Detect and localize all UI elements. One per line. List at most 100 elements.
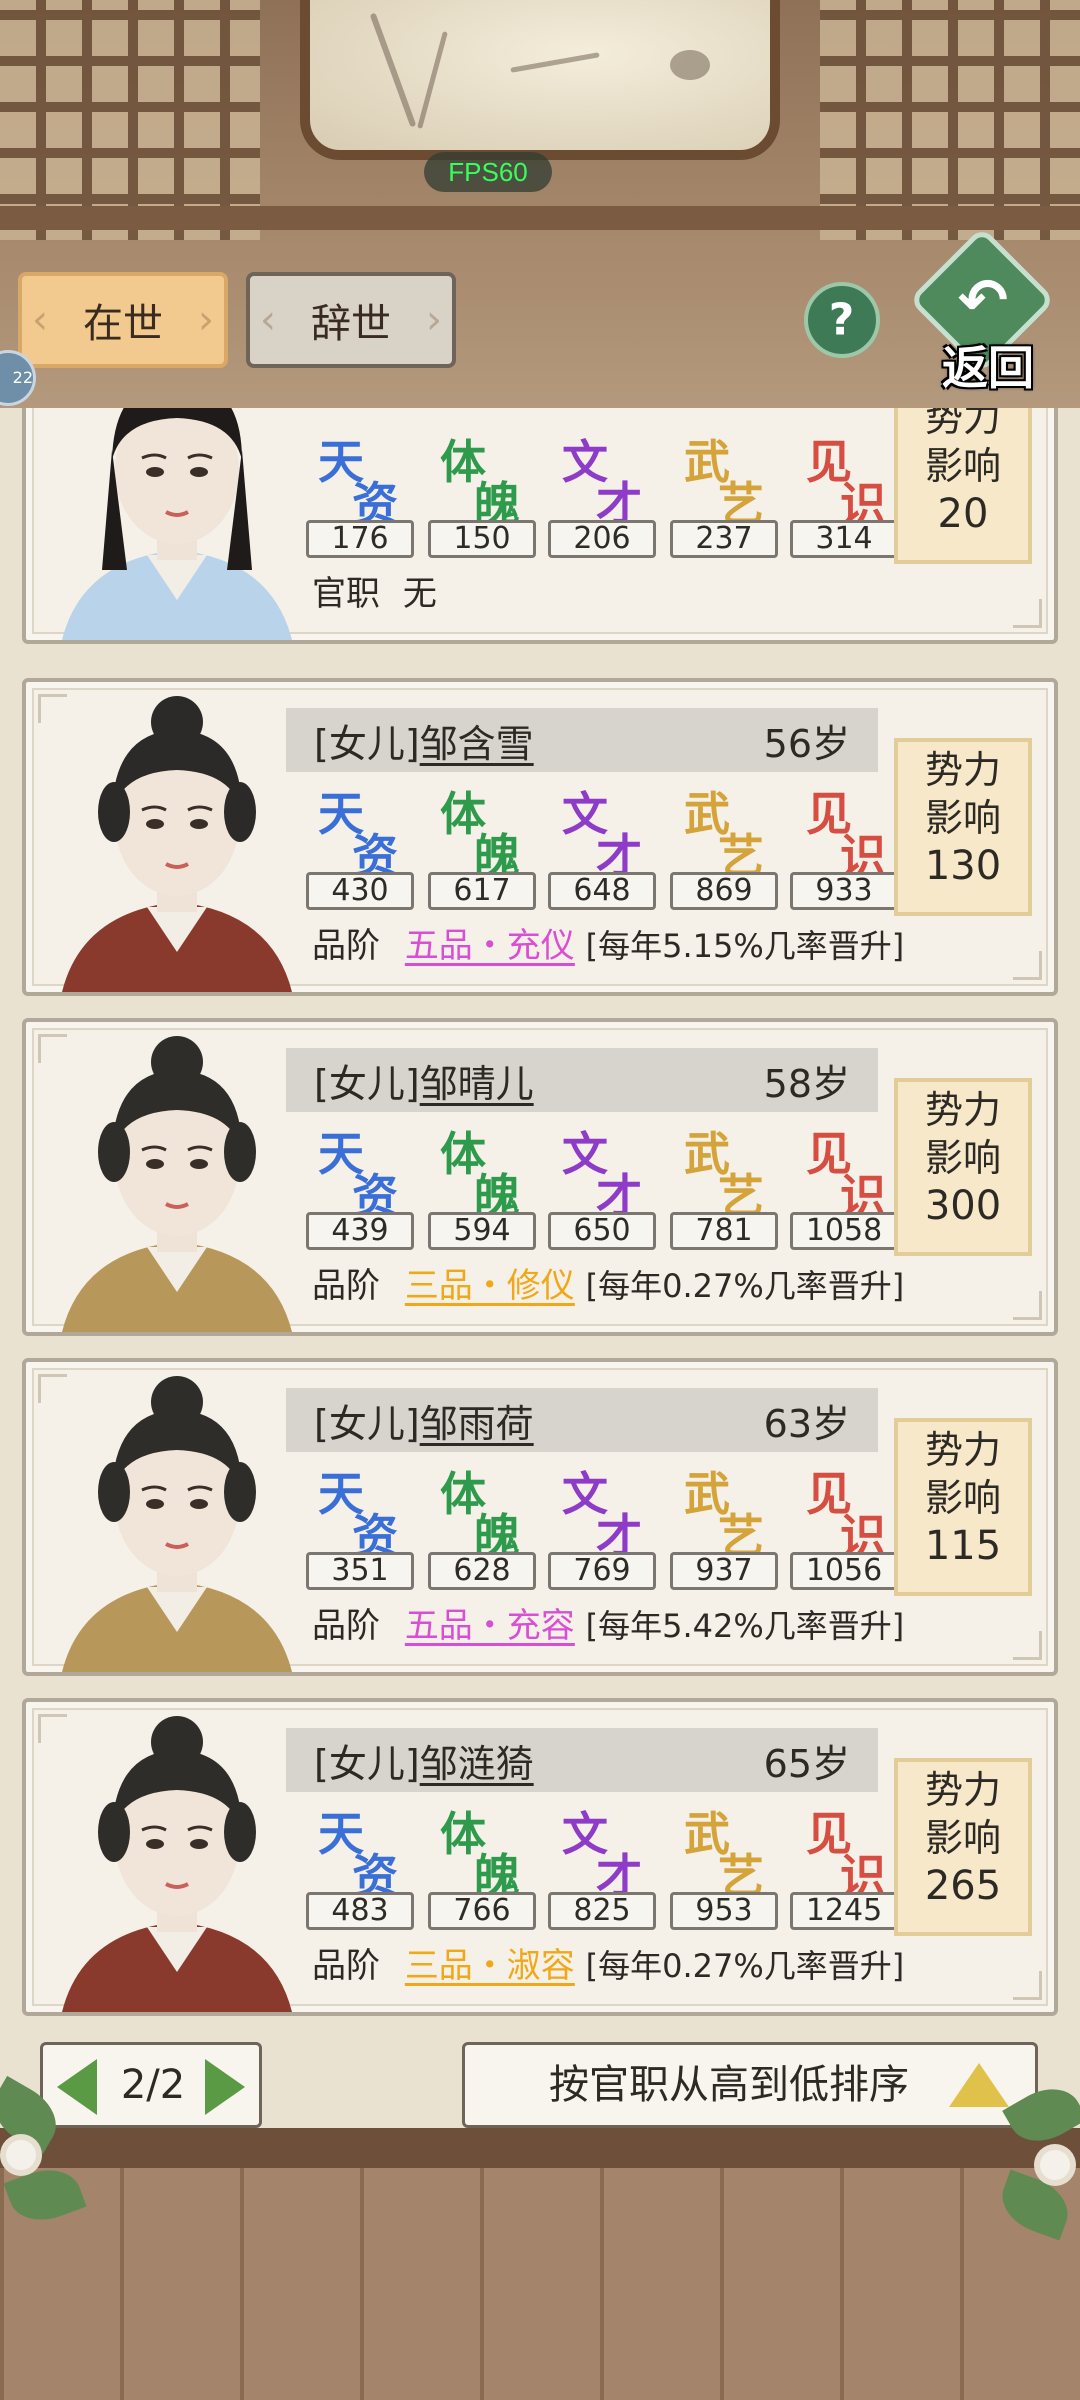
orchid-painting <box>300 0 780 160</box>
stat-value: 351 <box>306 1552 414 1590</box>
rank-link[interactable]: 三品・淑容 <box>405 1946 575 1986</box>
stat-value: 766 <box>428 1892 536 1930</box>
back-button[interactable]: ↶ 返回 <box>908 226 1060 395</box>
stat-value: 594 <box>428 1212 536 1250</box>
fps-indicator: FPS60 <box>424 152 552 192</box>
next-page-icon[interactable] <box>205 2059 245 2115</box>
sort-button-label: 按官职从高到低排序 <box>549 2062 909 2108</box>
page-indicator: 2/2 <box>120 2062 186 2108</box>
member-age: 65岁 <box>763 1741 850 1786</box>
influence-value: 115 <box>924 1523 1002 1569</box>
portrait-avatar[interactable] <box>42 1712 312 2012</box>
stat-label: 文才 <box>562 1127 642 1223</box>
stat-labels: 天资 体魄 文才 武艺 见识 <box>300 1112 900 1223</box>
member-name[interactable]: [女儿]邹晴儿 <box>314 1053 534 1108</box>
influence-box: 势力 影响 265 <box>894 1758 1032 1936</box>
stat-value: 628 <box>428 1552 536 1590</box>
tab-alive[interactable]: ‹ 在世 › <box>18 272 228 368</box>
stat-value: 439 <box>306 1212 414 1250</box>
influence-label: 势力 <box>924 748 1001 792</box>
portrait-avatar[interactable] <box>42 408 312 640</box>
rank-link[interactable]: 五品・充仪 <box>405 926 575 966</box>
member-card[interactable]: [女儿]邹含雪 56岁 天资 体魄 文才 武艺 见识 430 617 648 869 93… <box>22 678 1058 996</box>
portrait-avatar[interactable] <box>42 692 312 992</box>
prev-page-icon[interactable] <box>57 2059 97 2115</box>
influence-label: 势力 <box>924 1768 1001 1812</box>
stat-value: 430 <box>306 872 414 910</box>
wooden-beam <box>0 206 1080 230</box>
member-name[interactable]: [女儿]邹雨荷 <box>314 1393 534 1448</box>
stat-label: 见识 <box>806 787 886 883</box>
stat-label: 天资 <box>318 1807 398 1903</box>
stat-value: 1058 <box>790 1212 898 1250</box>
portrait-avatar[interactable] <box>42 1372 312 1672</box>
rank-line: 品阶 五品・充仪 [每年5.15%几率晋升] <box>312 918 904 967</box>
stat-label: 体魄 <box>440 1127 520 1223</box>
member-name[interactable]: [女儿]邹涟猗 <box>314 1733 534 1788</box>
stat-label: 文才 <box>562 1807 642 1903</box>
sort-triangle-icon <box>949 2063 1009 2107</box>
stat-label: 文才 <box>562 1467 642 1563</box>
stat-label: 见识 <box>806 1127 886 1223</box>
name-bar: [女儿]邹涟猗 65岁 <box>286 1728 878 1792</box>
member-card[interactable]: [女儿]邹晴儿 58岁 天资 体魄 文才 武艺 见识 439 594 650 781 10… <box>22 1018 1058 1336</box>
stat-value: 483 <box>306 1892 414 1930</box>
stat-labels: 天资 体魄 文才 武艺 见识 <box>300 1452 900 1563</box>
back-button-label: 返回 <box>942 341 1034 395</box>
chevron-right-icon: › <box>426 297 442 343</box>
tab-deceased-label: 辞世 <box>311 301 391 347</box>
pager: 2/2 <box>40 2042 262 2128</box>
member-card[interactable]: 天资 体魄 文才 武艺 见识 176 150 206 237 314 官职 无 势力 影响… <box>22 408 1058 644</box>
promotion-rate: [每年5.15%几率晋升] <box>585 927 905 965</box>
member-card[interactable]: [女儿]邹雨荷 63岁 天资 体魄 文才 武艺 见识 351 628 769 937 10… <box>22 1358 1058 1676</box>
member-list[interactable]: 天资 体魄 文才 武艺 见识 176 150 206 237 314 官职 无 势力 影响… <box>0 408 1080 2028</box>
card-corner-decoration <box>1013 951 1042 980</box>
sort-button[interactable]: 按官职从高到低排序 <box>462 2042 1038 2128</box>
rank-link[interactable]: 五品・充容 <box>405 1606 575 1646</box>
portrait-avatar[interactable] <box>42 1032 312 1332</box>
stat-label: 武艺 <box>684 435 764 531</box>
flower-decoration-icon <box>1040 2150 1070 2180</box>
bottom-bar: 2/2 按官职从高到低排序 <box>0 2028 1080 2128</box>
stat-value: 237 <box>670 520 778 558</box>
stat-label: 文才 <box>562 435 642 531</box>
member-age: 58岁 <box>763 1061 850 1106</box>
stat-label: 体魄 <box>440 435 520 531</box>
influence-box: 势力 影响 115 <box>894 1418 1032 1596</box>
rank-link[interactable]: 三品・修仪 <box>405 1266 575 1306</box>
stat-label: 体魄 <box>440 1807 520 1903</box>
influence-label: 影响 <box>924 796 1001 840</box>
rank-line: 品阶 三品・淑容 [每年0.27%几率晋升] <box>312 1938 904 1987</box>
member-age: 56岁 <box>763 721 850 766</box>
stat-value: 206 <box>548 520 656 558</box>
stat-label: 体魄 <box>440 1467 520 1563</box>
member-card[interactable]: [女儿]邹涟猗 65岁 天资 体魄 文才 武艺 见识 483 766 825 953 12… <box>22 1698 1058 2016</box>
stat-label: 见识 <box>806 1467 886 1563</box>
card-corner-decoration <box>1013 1631 1042 1660</box>
window-lattice-left <box>0 0 260 240</box>
member-name[interactable]: [女儿]邹含雪 <box>314 713 534 768</box>
influence-box: 势力 影响 20 <box>894 408 1032 564</box>
stat-values: 483 766 825 953 1245 <box>280 1892 910 1932</box>
stat-value: 937 <box>670 1552 778 1590</box>
stat-label: 武艺 <box>684 1807 764 1903</box>
chevron-left-icon: ‹ <box>260 297 276 343</box>
question-icon: ? <box>829 294 855 346</box>
rank-line: 品阶 三品・修仪 [每年0.27%几率晋升] <box>312 1258 904 1307</box>
stat-value: 933 <box>790 872 898 910</box>
card-corner-decoration <box>1013 599 1042 628</box>
name-bar: [女儿]邹晴儿 58岁 <box>286 1048 878 1112</box>
influence-value: 265 <box>924 1863 1002 1909</box>
stat-label: 武艺 <box>684 787 764 883</box>
stat-label: 天资 <box>318 1467 398 1563</box>
influence-label: 影响 <box>924 1136 1001 1180</box>
stat-labels: 天资 体魄 文才 武艺 见识 <box>300 772 900 883</box>
influence-label: 势力 <box>924 408 1001 440</box>
influence-value: 300 <box>924 1183 1002 1229</box>
tab-deceased[interactable]: ‹ 辞世 › <box>246 272 456 368</box>
influence-label: 影响 <box>924 1816 1001 1860</box>
influence-label: 势力 <box>924 1088 1001 1132</box>
influence-label: 势力 <box>924 1428 1001 1472</box>
stat-value: 953 <box>670 1892 778 1930</box>
stat-value: 825 <box>548 1892 656 1930</box>
